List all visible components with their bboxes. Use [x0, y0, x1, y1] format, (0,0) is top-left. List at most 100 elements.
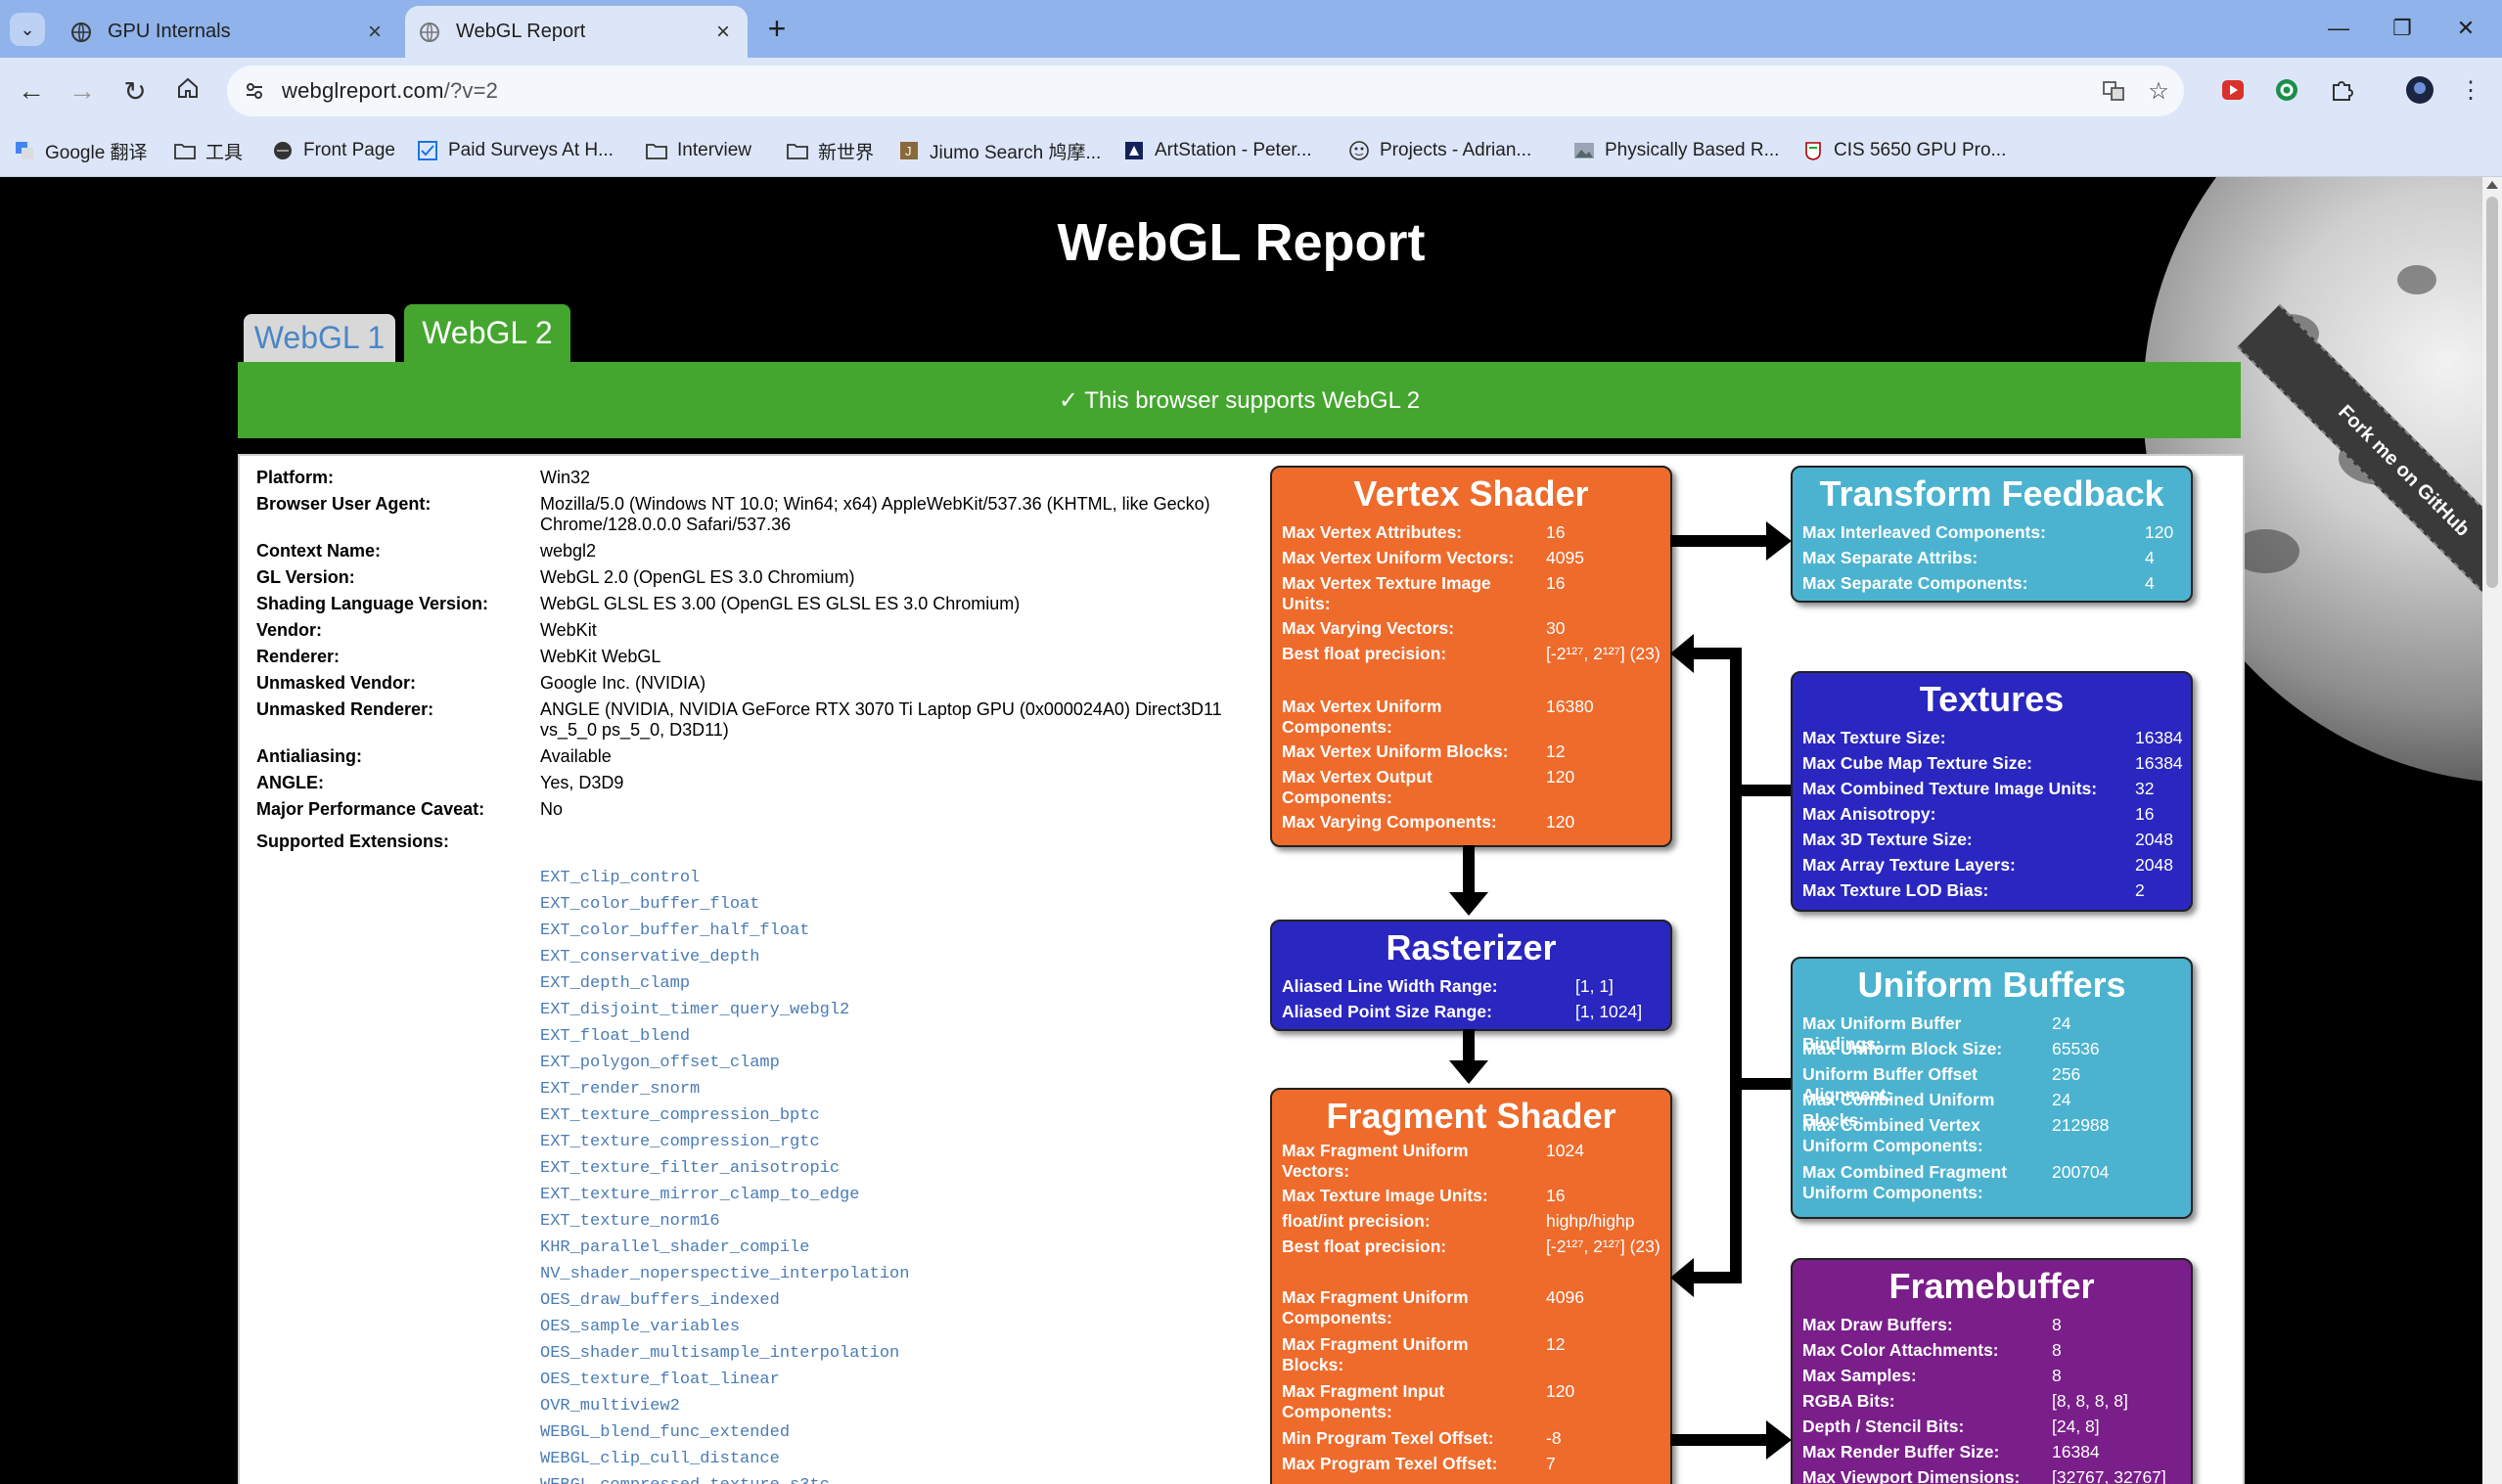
translate-icon[interactable]: [2098, 75, 2129, 107]
extension-green-icon[interactable]: [2272, 75, 2301, 105]
stat-value: [1, 1024]: [1575, 1002, 1643, 1021]
bookmark-cis5650[interactable]: CIS 5650 GPU Pro...: [1802, 136, 2006, 165]
arrowhead-right: [1766, 1420, 1792, 1460]
stat-value: 120: [1546, 767, 1575, 787]
tab-webgl2[interactable]: WebGL 2: [404, 304, 570, 362]
restore-button[interactable]: ❐: [2373, 8, 2432, 49]
resource-bus-line: [1730, 648, 1742, 1283]
bookmark-jiumo-search[interactable]: J Jiumo Search 鸠摩...: [898, 136, 1101, 165]
tab-title: GPU Internals: [108, 21, 231, 42]
stat-value: 120: [1546, 1381, 1575, 1401]
address-bar[interactable]: webglreport.com/?v=2 ☆: [227, 66, 2184, 116]
translate-icon: [14, 140, 35, 161]
new-tab-button[interactable]: +: [761, 11, 793, 46]
extensions-puzzle-icon[interactable]: [2327, 75, 2356, 105]
extension-link[interactable]: EXT_depth_clamp: [540, 974, 690, 993]
extension-link[interactable]: EXT_texture_norm16: [540, 1212, 720, 1231]
forward-button[interactable]: →: [63, 71, 102, 111]
minimize-button[interactable]: —: [2309, 8, 2368, 49]
bookmark-folder-new-world[interactable]: 新世界: [787, 136, 874, 165]
stat-value: -8: [1546, 1428, 1562, 1448]
bookmark-physically-based[interactable]: Physically Based R...: [1573, 136, 1779, 165]
bookmark-folder-interview[interactable]: Interview: [646, 136, 751, 165]
extension-link[interactable]: WEBGL_blend_func_extended: [540, 1423, 790, 1442]
arrow-rasterizer-to-fragment: [1463, 1029, 1475, 1062]
extension-link[interactable]: EXT_disjoint_timer_query_webgl2: [540, 1001, 849, 1019]
stat-label: Max Color Attachments:: [1802, 1340, 1999, 1360]
bookmark-front-page[interactable]: Front Page: [272, 136, 395, 165]
stat-value: 1024: [1546, 1141, 1584, 1160]
url-text[interactable]: webglreport.com/?v=2: [282, 78, 498, 104]
stat-label: Max Render Buffer Size:: [1802, 1442, 2000, 1462]
stat-value: 2048: [2135, 830, 2173, 849]
arrowhead-left: [1670, 1258, 1694, 1297]
close-icon[interactable]: ×: [710, 19, 736, 45]
close-window-button[interactable]: ✕: [2436, 8, 2495, 49]
profile-avatar[interactable]: [2405, 75, 2434, 105]
tab-title: WebGL Report: [456, 21, 586, 42]
extension-link[interactable]: OES_texture_float_linear: [540, 1371, 780, 1389]
stat-label: Max 3D Texture Size:: [1802, 830, 1973, 849]
stat-label: Max Fragment Uniform Blocks:: [1282, 1334, 1469, 1374]
page-scrollbar[interactable]: [2482, 177, 2502, 1484]
reload-button[interactable]: ↻: [115, 71, 155, 111]
bookmark-paid-surveys[interactable]: Paid Surveys At H...: [417, 136, 614, 165]
tab-search-button[interactable]: ⌄: [10, 13, 45, 46]
stat-value: [32767, 32767]: [2052, 1467, 2166, 1484]
stat-label: Max Fragment Uniform Vectors:: [1282, 1141, 1469, 1181]
stat-value: [8, 8, 8, 8]: [2052, 1391, 2128, 1411]
home-button[interactable]: [168, 71, 207, 111]
extension-link[interactable]: EXT_texture_filter_anisotropic: [540, 1159, 840, 1178]
menu-kebab-icon[interactable]: ⋮: [2456, 75, 2485, 105]
browser-tab-webgl-report[interactable]: WebGL Report ×: [405, 6, 748, 58]
avatar-icon: [1348, 140, 1370, 161]
bookmark-folder-tools[interactable]: 工具: [174, 136, 243, 165]
tab-webgl1[interactable]: WebGL 1: [244, 314, 395, 362]
extension-link[interactable]: EXT_texture_compression_rgtc: [540, 1133, 820, 1151]
extension-link[interactable]: WEBGL_clip_cull_distance: [540, 1450, 780, 1468]
stat-value: 200704: [2052, 1162, 2110, 1182]
extension-link[interactable]: WEBGL_compressed_texture_s3tc: [540, 1476, 830, 1484]
artstation-icon: [1123, 140, 1145, 161]
browser-tab-strip: ⌄ GPU Internals × WebGL Report × + — ❐ ✕: [0, 0, 2502, 58]
extension-link[interactable]: EXT_texture_mirror_clamp_to_edge: [540, 1186, 859, 1204]
checkbox-icon: [417, 140, 438, 161]
extension-link[interactable]: EXT_float_blend: [540, 1027, 690, 1046]
stat-value: 4096: [1546, 1287, 1584, 1307]
stat-label: Max Combined Texture Image Units:: [1802, 779, 2098, 798]
stat-label: Best float precision:: [1282, 644, 1447, 663]
bookmark-star-icon[interactable]: ☆: [2143, 75, 2174, 107]
scrollbar-thumb[interactable]: [2486, 197, 2498, 588]
bookmark-google-translate[interactable]: Google 翻译: [14, 136, 148, 165]
extension-link[interactable]: EXT_polygon_offset_clamp: [540, 1054, 780, 1072]
stat-value: 4: [2145, 573, 2155, 593]
extension-link[interactable]: EXT_clip_control: [540, 869, 700, 887]
extension-link[interactable]: EXT_render_snorm: [540, 1080, 700, 1099]
extension-link[interactable]: NV_shader_noperspective_interpolation: [540, 1265, 909, 1283]
extension-link[interactable]: EXT_color_buffer_half_float: [540, 922, 809, 940]
extension-link[interactable]: EXT_texture_compression_bptc: [540, 1106, 820, 1125]
stat-label: Max Separate Attribs:: [1802, 548, 1979, 567]
globe-icon: [272, 140, 294, 161]
bookmark-artstation[interactable]: ArtStation - Peter...: [1123, 136, 1312, 165]
extension-red-icon[interactable]: [2218, 75, 2248, 105]
site-info-icon[interactable]: [239, 75, 270, 107]
bookmark-label: Google 翻译: [45, 142, 148, 163]
bookmark-projects-adrian[interactable]: Projects - Adrian...: [1348, 136, 1531, 165]
stat-label: Max Varying Vectors:: [1282, 618, 1455, 638]
browser-tab-gpu-internals[interactable]: GPU Internals ×: [57, 6, 399, 58]
extension-link[interactable]: OES_draw_buffers_indexed: [540, 1291, 780, 1310]
back-button[interactable]: ←: [12, 71, 51, 111]
stat-value: 16: [2135, 804, 2155, 824]
stat-label: Max Vertex Uniform Vectors:: [1282, 548, 1515, 567]
extension-link[interactable]: OES_sample_variables: [540, 1318, 740, 1336]
stat-value: [1, 1]: [1575, 976, 1614, 996]
close-icon[interactable]: ×: [362, 19, 387, 45]
extension-link[interactable]: OES_shader_multisample_interpolation: [540, 1344, 899, 1363]
extension-link[interactable]: EXT_conservative_depth: [540, 948, 759, 967]
stat-label: Max Vertex Texture Image Units:: [1282, 573, 1491, 613]
extension-link[interactable]: OVR_multiview2: [540, 1397, 680, 1416]
extension-link[interactable]: KHR_parallel_shader_compile: [540, 1238, 809, 1257]
scroll-up-arrow-icon[interactable]: [2486, 181, 2498, 189]
extension-link[interactable]: EXT_color_buffer_float: [540, 895, 759, 914]
